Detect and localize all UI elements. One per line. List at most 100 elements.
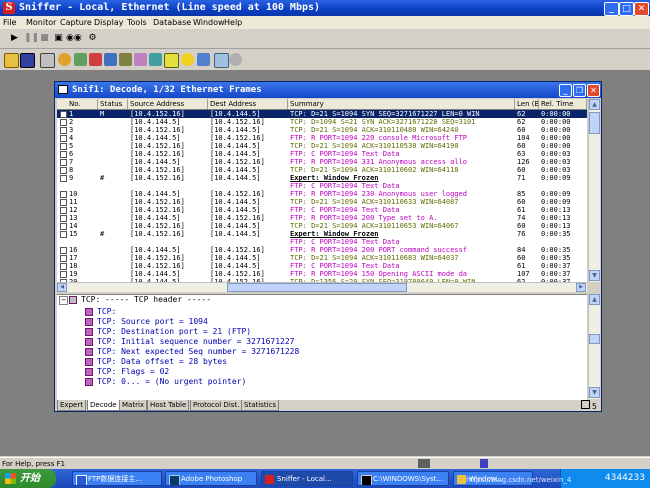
app-title-bar[interactable]: S Sniffer - Local, Ethernet (Line speed … bbox=[0, 0, 650, 16]
table-row[interactable]: 9 # [10.4.152.16] [10.4.144.5] Expert: Windo… bbox=[57, 174, 587, 182]
menu-monitor[interactable]: Monitor bbox=[26, 17, 56, 28]
table-row[interactable]: 13 [10.4.144.5] [10.4.152.16] FTP: R PORT=1… bbox=[57, 214, 587, 222]
table-row[interactable]: 19 [10.4.144.5] [10.4.152.16] FTP: R PORT=1… bbox=[57, 270, 587, 278]
child-minimize-button[interactable]: _ bbox=[559, 84, 572, 97]
row-checkbox[interactable] bbox=[60, 231, 67, 238]
tab-protocol-dist[interactable]: Protocol Dist. bbox=[190, 400, 243, 411]
table-row[interactable]: FTP: C PORT=1094 Text Data bbox=[57, 238, 587, 246]
detail-line[interactable]: TCP: Initial sequence number = 327167122… bbox=[97, 337, 294, 347]
row-checkbox[interactable] bbox=[60, 215, 67, 222]
packet-table-vscroll[interactable]: ▲ ▼ bbox=[588, 99, 600, 282]
table-row[interactable]: 7 [10.4.144.5] [10.4.152.16] FTP: R PORT=10… bbox=[57, 158, 587, 166]
child-restore-button[interactable]: ❐ bbox=[573, 84, 586, 97]
detail-line[interactable]: TCP: bbox=[97, 307, 116, 317]
expert-icon[interactable] bbox=[197, 53, 210, 66]
table-row[interactable]: 18 [10.4.152.16] [10.4.144.5] FTP: C PORT=1… bbox=[57, 262, 587, 270]
start-button[interactable]: 开始 bbox=[0, 469, 56, 488]
table-row[interactable]: 17 [10.4.152.16] [10.4.144.5] TCP: D=21 S=1… bbox=[57, 254, 587, 262]
history-icon[interactable] bbox=[119, 53, 132, 66]
dashboard-icon[interactable] bbox=[58, 53, 71, 66]
tab-decode[interactable]: Decode bbox=[87, 400, 120, 411]
column-rel-time[interactable]: Rel. Time bbox=[539, 99, 587, 109]
tab-matrix[interactable]: Matrix bbox=[119, 400, 148, 411]
scroll-right-icon[interactable]: ▶ bbox=[576, 283, 586, 292]
table-row[interactable]: FTP: C PORT=1094 Text Data bbox=[57, 182, 587, 190]
detail-scroll-down-icon[interactable]: ▼ bbox=[589, 387, 600, 398]
clock[interactable]: 4344233 bbox=[605, 469, 645, 488]
table-row[interactable]: 14 [10.4.152.16] [10.4.144.5] TCP: D=21 S=1… bbox=[57, 222, 587, 230]
table-row[interactable]: 10 [10.4.144.5] [10.4.152.16] FTP: R PORT=1… bbox=[57, 190, 587, 198]
child-close-button[interactable]: ✕ bbox=[587, 84, 600, 97]
column-no[interactable]: No. bbox=[57, 99, 98, 109]
column-status[interactable]: Status bbox=[98, 99, 128, 109]
detail-header[interactable]: TCP: ----- TCP header ----- bbox=[81, 295, 211, 305]
detail-line[interactable]: TCP: 0... = (No urgent pointer) bbox=[97, 377, 246, 387]
stop-display-icon[interactable]: ▣ bbox=[52, 32, 65, 45]
scroll-thumb[interactable] bbox=[589, 112, 600, 134]
play-icon[interactable]: ▶ bbox=[8, 32, 21, 45]
row-checkbox[interactable] bbox=[60, 255, 67, 262]
task-cmd[interactable]: C:\WINDOWS\Syst... bbox=[357, 471, 449, 486]
stop-icon[interactable]: ■ bbox=[38, 32, 51, 45]
tab-statistics[interactable]: Statistics bbox=[241, 400, 279, 411]
host-table-icon[interactable] bbox=[74, 53, 87, 66]
maximize-button[interactable]: □ bbox=[619, 2, 634, 16]
table-row[interactable]: 15 # [10.4.152.16] [10.4.144.5] Expert: Wind… bbox=[57, 230, 587, 238]
print-icon[interactable] bbox=[40, 53, 55, 68]
table-row[interactable]: 2 [10.4.144.5] [10.4.152.16] TCP: D=1094 S=… bbox=[57, 118, 587, 126]
table-row[interactable]: 6 [10.4.152.16] [10.4.144.5] FTP: C PORT=10… bbox=[57, 150, 587, 158]
table-row[interactable]: 1 M [10.4.152.16] [10.4.144.5] TCP: D=21 S=1… bbox=[57, 110, 587, 118]
row-checkbox[interactable] bbox=[60, 111, 67, 118]
menu-database[interactable]: Database bbox=[153, 17, 191, 28]
detail-scroll-up-icon[interactable]: ▲ bbox=[589, 294, 600, 305]
task-sniffer[interactable]: Sniffer - Local... bbox=[261, 471, 353, 486]
hscroll-thumb[interactable] bbox=[227, 283, 407, 292]
row-checkbox[interactable] bbox=[60, 271, 67, 278]
detail-line[interactable]: TCP: Next expected Seq number = 32716712… bbox=[97, 347, 299, 357]
row-checkbox[interactable] bbox=[60, 223, 67, 230]
detail-vscroll[interactable]: ▲ ▼ bbox=[588, 294, 600, 399]
row-checkbox[interactable] bbox=[60, 199, 67, 206]
row-checkbox[interactable] bbox=[60, 191, 67, 198]
app-response-icon[interactable] bbox=[104, 53, 117, 66]
table-row[interactable]: 11 [10.4.152.16] [10.4.144.5] TCP: D=21 S=1… bbox=[57, 198, 587, 206]
stop-sign-icon[interactable] bbox=[229, 53, 242, 66]
row-checkbox[interactable] bbox=[60, 175, 67, 182]
menu-help[interactable]: Help bbox=[224, 17, 242, 28]
row-checkbox[interactable] bbox=[60, 119, 67, 126]
table-row[interactable]: 3 [10.4.152.16] [10.4.144.5] TCP: D=21 S=10… bbox=[57, 126, 587, 134]
table-row[interactable]: 5 [10.4.152.16] [10.4.144.5] TCP: D=21 S=10… bbox=[57, 142, 587, 150]
menu-tools[interactable]: Tools bbox=[127, 17, 147, 28]
tab-host-table[interactable]: Host Table bbox=[147, 400, 190, 411]
detail-line[interactable]: TCP: Flags = 02 bbox=[97, 367, 169, 377]
matrix-icon[interactable] bbox=[89, 53, 102, 66]
row-checkbox[interactable] bbox=[60, 135, 67, 142]
table-row[interactable]: 16 [10.4.144.5] [10.4.152.16] FTP: R PORT=1… bbox=[57, 246, 587, 254]
settings-icon[interactable]: ⚙ bbox=[86, 32, 99, 45]
column-len[interactable]: Len (B) bbox=[515, 99, 539, 109]
menu-capture[interactable]: Capture bbox=[60, 17, 92, 28]
row-checkbox[interactable] bbox=[60, 127, 67, 134]
smiley-icon[interactable] bbox=[181, 53, 194, 66]
scroll-up-icon[interactable]: ▲ bbox=[589, 99, 600, 110]
menu-file[interactable]: File bbox=[3, 17, 16, 28]
row-checkbox[interactable] bbox=[60, 207, 67, 214]
packet-table-hscroll[interactable]: ◀ ▶ bbox=[57, 282, 587, 292]
table-row[interactable]: 4 [10.4.144.5] [10.4.152.16] FTP: R PORT=10… bbox=[57, 134, 587, 142]
close-button[interactable]: ✕ bbox=[634, 2, 649, 16]
menu-display[interactable]: Display bbox=[94, 17, 124, 28]
global-stats-icon[interactable] bbox=[149, 53, 162, 66]
row-checkbox[interactable] bbox=[60, 143, 67, 150]
detail-line[interactable]: TCP: Source port = 1094 bbox=[97, 317, 208, 327]
collapse-tree-icon[interactable]: − bbox=[59, 296, 68, 305]
decode-window-title-bar[interactable]: Snif1: Decode, 1/32 Ethernet Frames _ ❐ … bbox=[55, 82, 601, 98]
define-filter-icon[interactable] bbox=[214, 53, 229, 68]
table-row[interactable]: 12 [10.4.152.16] [10.4.144.5] FTP: C PORT=1… bbox=[57, 206, 587, 214]
menu-window[interactable]: Window bbox=[193, 17, 225, 28]
task-photoshop[interactable]: Adobe Photoshop bbox=[165, 471, 257, 486]
task-ftp-doc[interactable]: FTP数据连接主... bbox=[72, 471, 162, 486]
row-checkbox[interactable] bbox=[60, 151, 67, 158]
minimize-button[interactable]: _ bbox=[604, 2, 619, 16]
binoculars-icon[interactable]: ◉◉ bbox=[66, 32, 82, 45]
tab-expert[interactable]: Expert bbox=[57, 400, 86, 411]
